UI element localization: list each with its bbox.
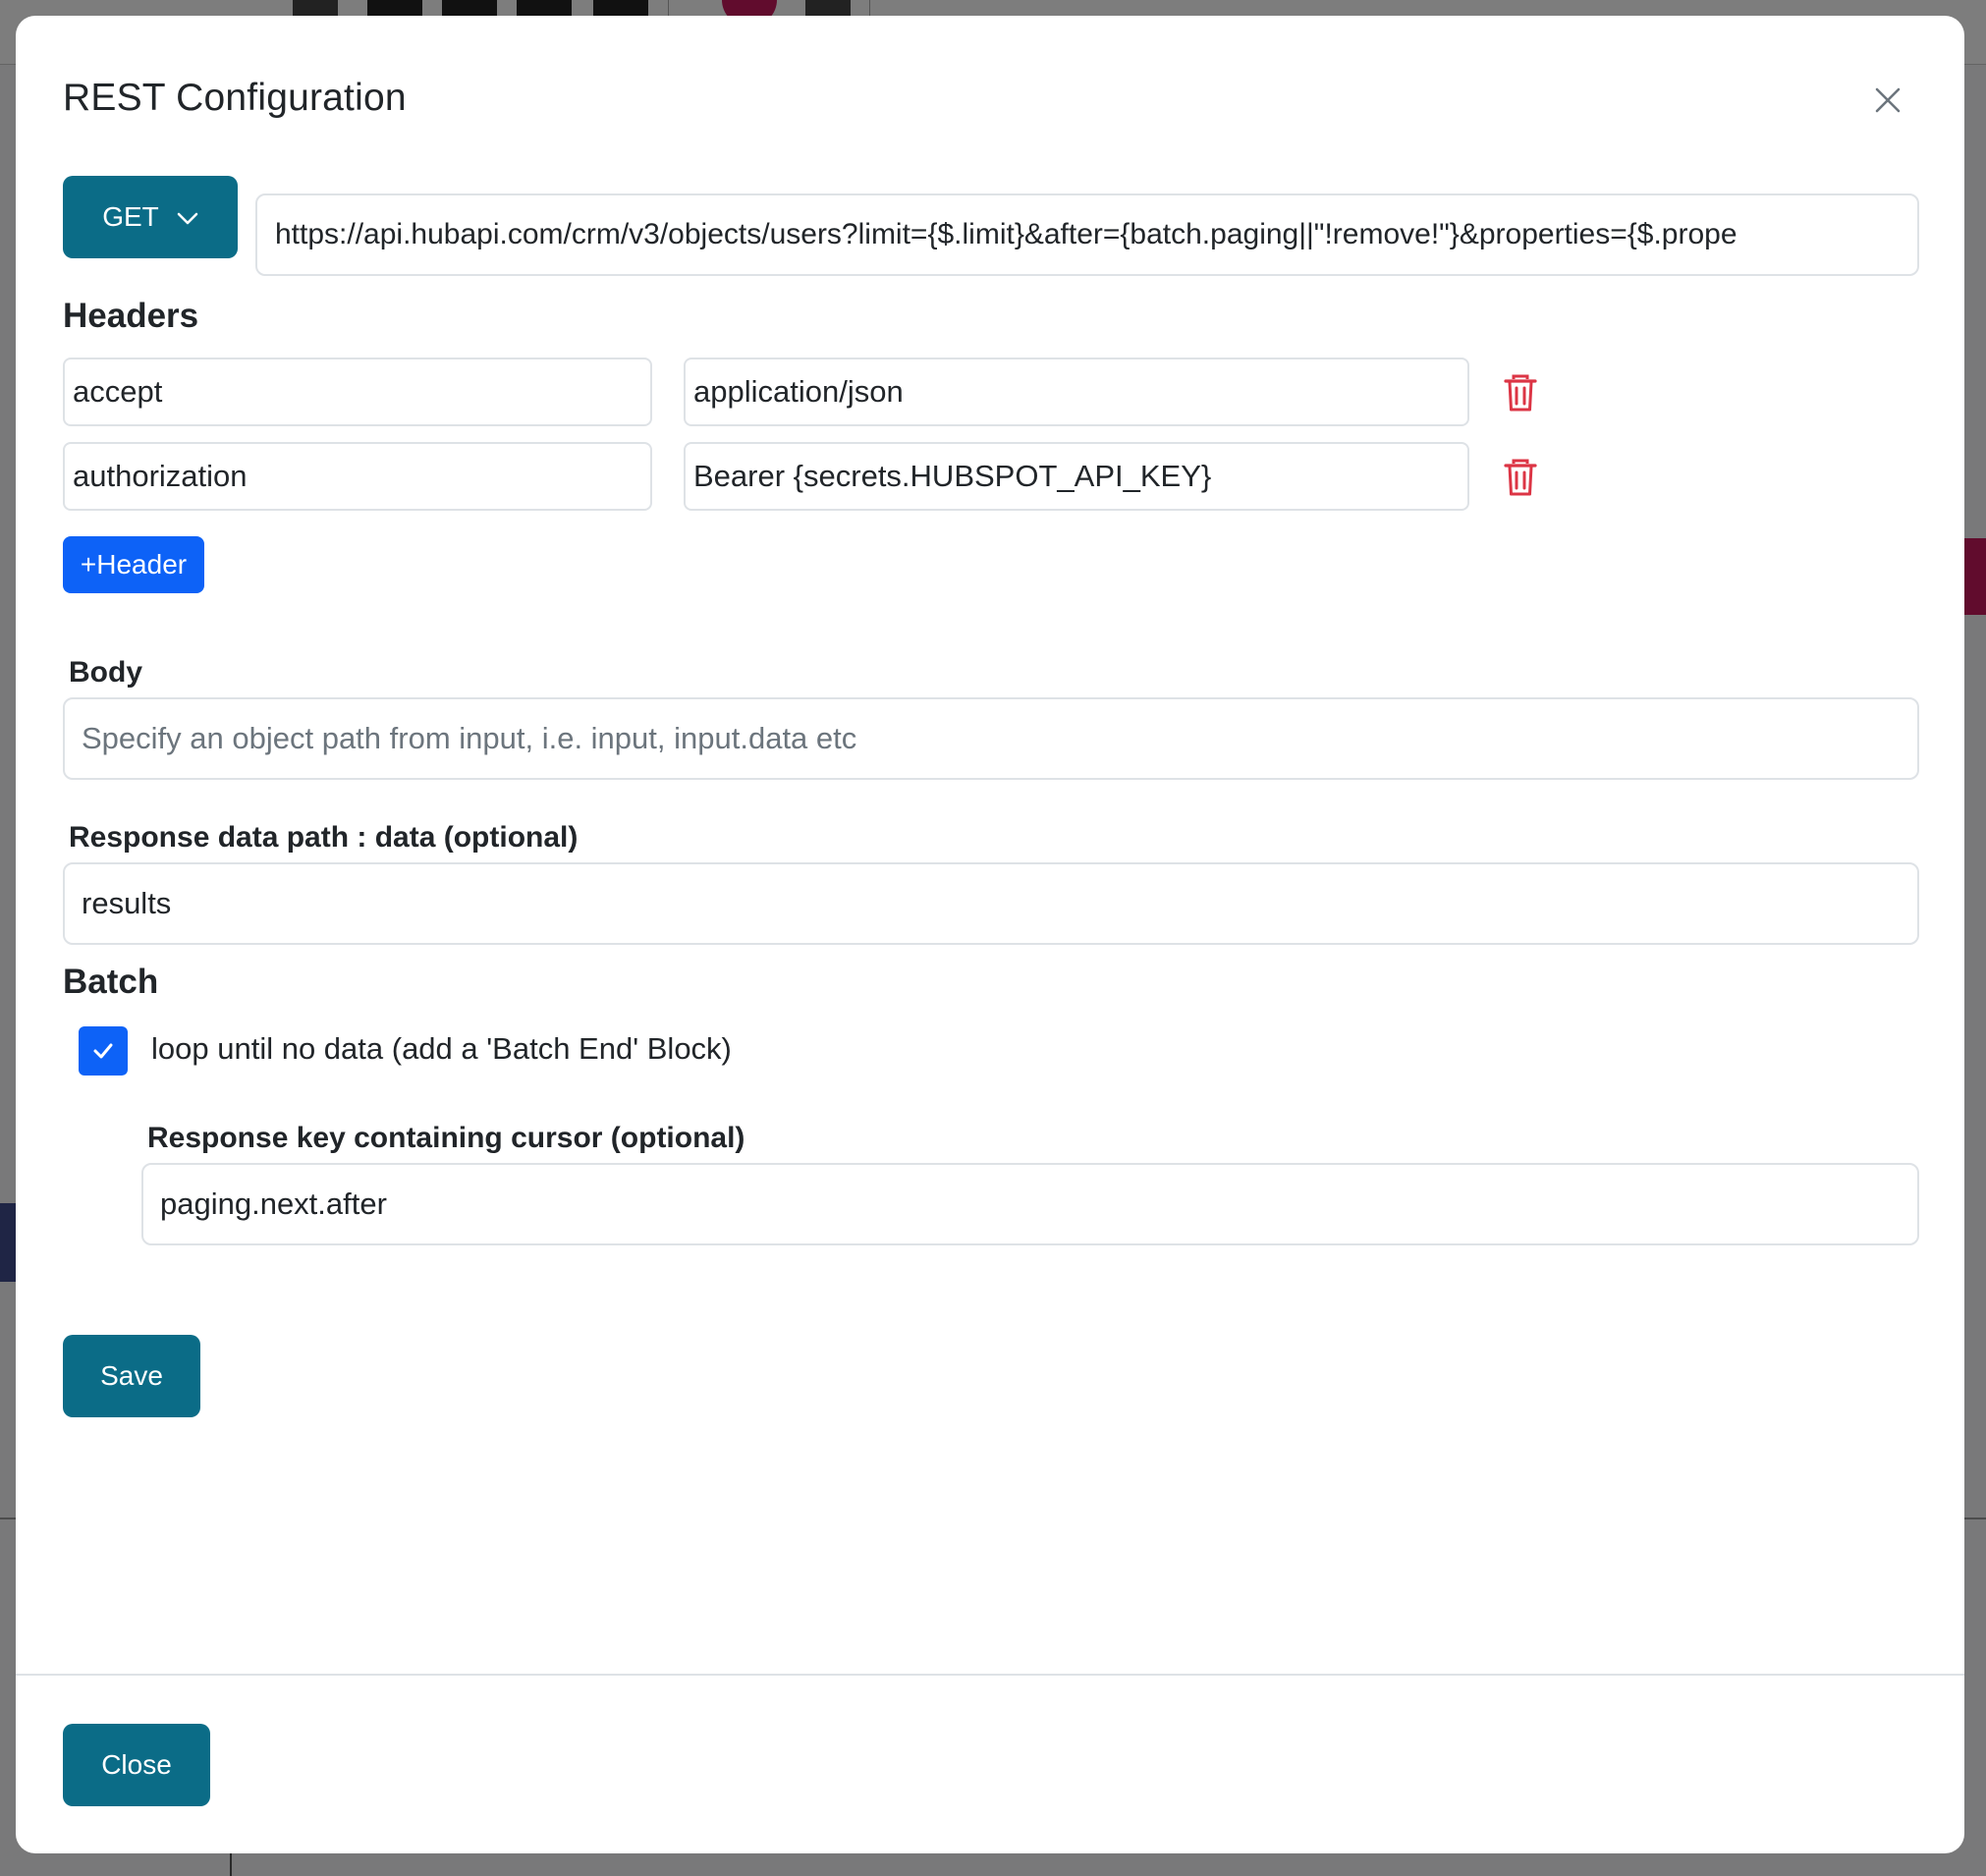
header-key-input[interactable]: accept bbox=[63, 358, 652, 426]
add-header-button[interactable]: +Header bbox=[63, 536, 204, 593]
modal-footer-divider bbox=[16, 1674, 1964, 1676]
close-button[interactable]: Close bbox=[63, 1724, 210, 1806]
close-icon[interactable] bbox=[1866, 79, 1909, 122]
cursor-key-input[interactable]: paging.next.after bbox=[141, 1163, 1919, 1245]
header-value-value: application/json bbox=[693, 374, 904, 409]
url-input-value: https://api.hubapi.com/crm/v3/objects/us… bbox=[275, 218, 1738, 250]
cursor-key-label: Response key containing cursor (optional… bbox=[147, 1122, 745, 1154]
cursor-key-value: paging.next.after bbox=[160, 1186, 387, 1221]
header-key-value: accept bbox=[73, 374, 163, 409]
save-button[interactable]: Save bbox=[63, 1335, 200, 1417]
header-value-value: Bearer {secrets.HUBSPOT_API_KEY} bbox=[693, 459, 1212, 493]
http-method-label: GET bbox=[102, 201, 159, 232]
header-value-input[interactable]: Bearer {secrets.HUBSPOT_API_KEY} bbox=[684, 442, 1469, 511]
loop-until-no-data-label[interactable]: loop until no data (add a 'Batch End' Bl… bbox=[151, 1031, 732, 1067]
modal-title: REST Configuration bbox=[63, 77, 407, 119]
body-input-placeholder: Specify an object path from input, i.e. … bbox=[82, 721, 857, 755]
url-input[interactable]: https://api.hubapi.com/crm/v3/objects/us… bbox=[255, 193, 1919, 276]
header-value-input[interactable]: application/json bbox=[684, 358, 1469, 426]
header-key-input[interactable]: authorization bbox=[63, 442, 652, 511]
trash-icon[interactable] bbox=[1503, 373, 1538, 413]
http-method-dropdown[interactable]: GET bbox=[63, 176, 238, 258]
chevron-down-icon bbox=[177, 201, 198, 233]
trash-icon[interactable] bbox=[1503, 458, 1538, 497]
loop-until-no-data-checkbox[interactable] bbox=[79, 1026, 128, 1076]
header-key-value: authorization bbox=[73, 459, 248, 493]
response-path-input[interactable]: results bbox=[63, 862, 1919, 945]
batch-section-title: Batch bbox=[63, 963, 159, 1001]
body-label: Body bbox=[69, 656, 142, 689]
checkmark-icon bbox=[93, 1043, 113, 1059]
response-path-value: results bbox=[82, 886, 172, 920]
headers-section-title: Headers bbox=[63, 297, 199, 335]
modal-header: REST Configuration bbox=[16, 16, 1964, 183]
body-input[interactable]: Specify an object path from input, i.e. … bbox=[63, 697, 1919, 780]
response-path-label: Response data path : data (optional) bbox=[69, 821, 579, 854]
rest-configuration-modal: REST Configuration GET https://api.hubap… bbox=[16, 16, 1964, 1853]
